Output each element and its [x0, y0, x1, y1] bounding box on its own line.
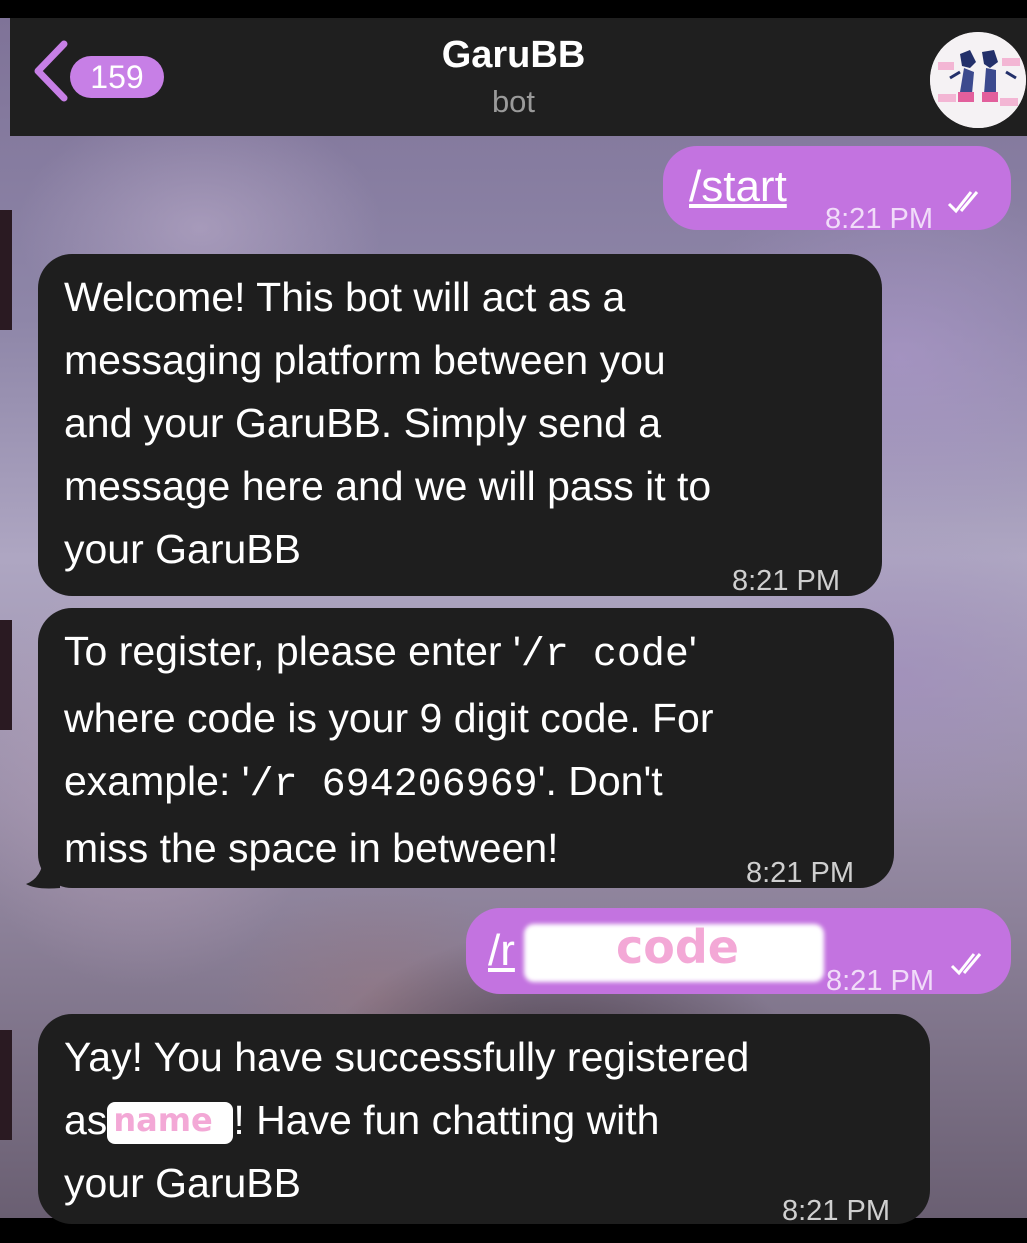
chat-subtitle: bot [491, 84, 536, 119]
double-check-icon [950, 953, 982, 976]
chat-title[interactable]: GaruBB [0, 34, 1027, 77]
message-time: 8:21 PM [782, 1195, 890, 1227]
outgoing-message[interactable]: /start 8:21 PM [663, 146, 1011, 235]
message-time: 8:21 PM [746, 857, 854, 889]
message-time: 8:21 PM [825, 203, 933, 235]
avatar[interactable] [930, 32, 1026, 128]
bot-logo-icon [930, 32, 1026, 128]
message-line: as name! Have fun chatting with [64, 1089, 749, 1152]
bubble-tail [26, 856, 60, 889]
incoming-message[interactable]: Welcome! This bot will act as a messagin… [38, 254, 882, 597]
message-line: To register, please enter '/r code' [64, 628, 697, 678]
double-check-icon [947, 191, 979, 214]
message-line: miss the space in between! [64, 825, 559, 871]
command-link[interactable]: /r [488, 922, 515, 980]
outgoing-message[interactable]: /r code 8:21 PM [466, 908, 1011, 997]
command-link[interactable]: /start [689, 158, 787, 216]
inline-code[interactable]: /r 694206969 [250, 763, 538, 808]
message-line: Welcome! This bot will act as a [64, 274, 626, 320]
message-line: message here and we will pass it to [64, 463, 712, 509]
wallpaper-edge [0, 620, 12, 730]
message-line: your GaruBB [64, 526, 301, 572]
message-line: example: '/r 694206969'. Don't [64, 758, 663, 808]
wallpaper-edge [0, 210, 12, 330]
message-time: 8:21 PM [732, 565, 840, 597]
code-sticker: code [616, 920, 739, 974]
message-line: messaging platform between you [64, 337, 666, 383]
message-line: and your GaruBB. Simply send a [64, 400, 662, 446]
message-line: Yay! You have successfully registered [64, 1034, 750, 1080]
incoming-message[interactable]: To register, please enter '/r code' wher… [38, 608, 894, 889]
message-line: where code is your 9 digit code. For [64, 695, 714, 741]
wallpaper-edge [0, 1030, 12, 1140]
incoming-message[interactable]: Yay! You have successfully registered as… [38, 1014, 930, 1227]
inline-code[interactable]: /r code [521, 633, 689, 678]
message-time: 8:21 PM [826, 965, 934, 997]
message-line: your GaruBB [64, 1160, 301, 1206]
name-sticker: name [113, 1101, 213, 1140]
